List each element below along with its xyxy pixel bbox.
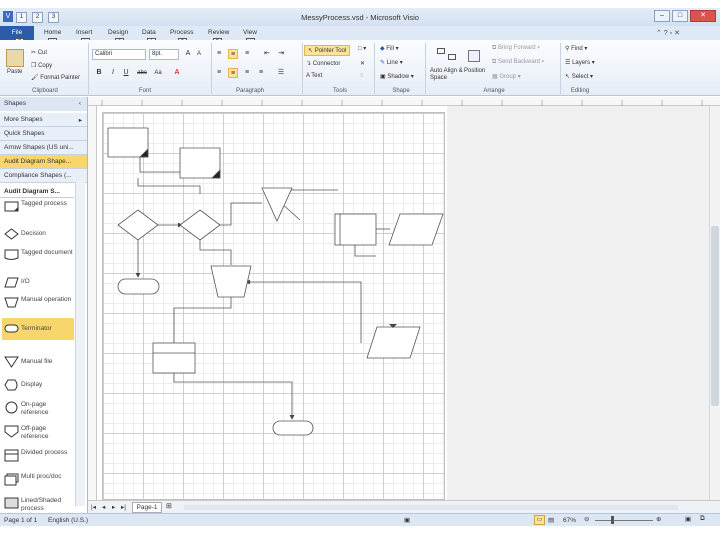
- connector-line[interactable]: [173, 373, 295, 420]
- tagged-process-shape[interactable]: [107, 127, 149, 158]
- switch-windows-button[interactable]: ⧉: [700, 515, 705, 523]
- flowchart-diagram: [107, 127, 444, 436]
- bottom-margin: [0, 526, 720, 540]
- divided-process-shape[interactable]: [152, 342, 196, 374]
- connector-line[interactable]: [137, 178, 201, 194]
- decision-shape[interactable]: [117, 209, 159, 241]
- io-shape[interactable]: [366, 326, 421, 359]
- page-tab-bar: |◂ ◂ ▸ ▸| Page-1 ⊞: [88, 500, 720, 513]
- last-page-button[interactable]: ▸|: [121, 503, 126, 511]
- io-shape[interactable]: [388, 213, 444, 246]
- previous-page-button[interactable]: ◂: [102, 503, 105, 511]
- zoom-slider-track[interactable]: [595, 520, 653, 521]
- connector-line[interactable]: [199, 240, 232, 265]
- status-bar: Page 1 of 1 English (U.S.) ▣ ▭ ▤ 67% ⊖ ⊕…: [0, 513, 720, 526]
- fit-page-button[interactable]: ▣: [685, 515, 691, 523]
- connector-line[interactable]: [219, 202, 262, 226]
- full-screen-button[interactable]: ▤: [548, 516, 554, 524]
- language-status[interactable]: English (U.S.): [48, 517, 88, 524]
- decision-shape[interactable]: [179, 209, 221, 241]
- macro-record-icon[interactable]: ▣: [404, 516, 410, 524]
- next-page-button[interactable]: ▸: [112, 503, 115, 511]
- manual-operation-shape[interactable]: [210, 265, 252, 298]
- first-page-button[interactable]: |◂: [91, 503, 96, 511]
- vertical-scroll-thumb[interactable]: [711, 226, 719, 406]
- zoom-in-button[interactable]: ⊕: [656, 515, 661, 523]
- zoom-slider-thumb[interactable]: [611, 516, 614, 524]
- normal-view-button[interactable]: ▭: [534, 515, 545, 525]
- horizontal-scrollbar[interactable]: [184, 505, 678, 510]
- zoom-level[interactable]: 67%: [563, 517, 576, 524]
- process-shape[interactable]: [334, 213, 377, 246]
- zoom-out-button[interactable]: ⊖: [584, 515, 589, 523]
- page-count-status[interactable]: Page 1 of 1: [4, 517, 37, 524]
- vertical-scrollbar[interactable]: [709, 106, 720, 500]
- connector-line[interactable]: [173, 297, 232, 343]
- insert-page-icon[interactable]: ⊞: [166, 502, 172, 510]
- page-tab-active[interactable]: Page-1: [132, 502, 162, 513]
- tagged-process-shape[interactable]: [179, 147, 221, 179]
- connector-line[interactable]: [245, 279, 362, 343]
- terminator-shape[interactable]: [117, 278, 160, 295]
- manual-file-shape[interactable]: [261, 187, 293, 222]
- terminator-shape[interactable]: [272, 420, 314, 436]
